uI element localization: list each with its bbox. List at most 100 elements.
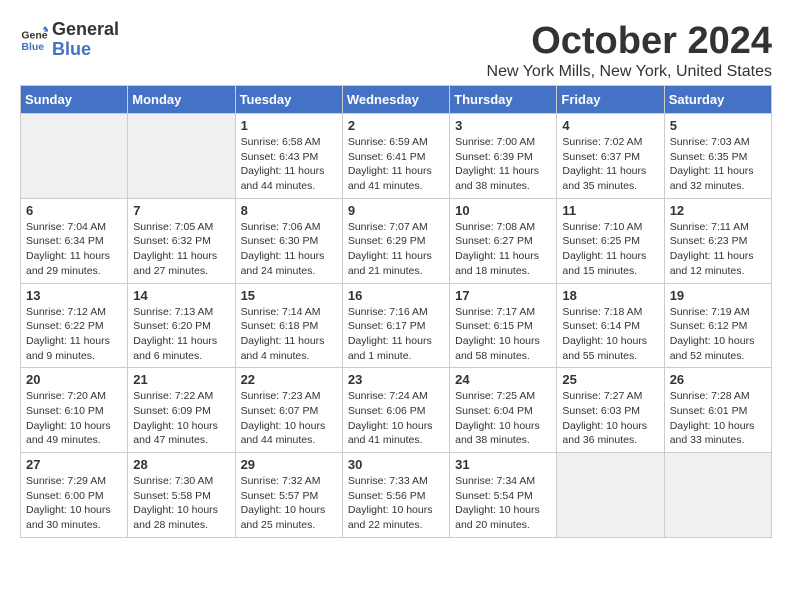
- day-number: 4: [562, 118, 658, 133]
- day-info: Sunrise: 7:12 AMSunset: 6:22 PMDaylight:…: [26, 305, 122, 364]
- day-info: Sunrise: 7:19 AMSunset: 6:12 PMDaylight:…: [670, 305, 766, 364]
- day-number: 7: [133, 203, 229, 218]
- calendar-cell: 31Sunrise: 7:34 AMSunset: 5:54 PMDayligh…: [450, 453, 557, 538]
- calendar-cell: 26Sunrise: 7:28 AMSunset: 6:01 PMDayligh…: [664, 368, 771, 453]
- calendar-cell: [557, 453, 664, 538]
- day-info: Sunrise: 7:27 AMSunset: 6:03 PMDaylight:…: [562, 389, 658, 448]
- day-info: Sunrise: 7:25 AMSunset: 6:04 PMDaylight:…: [455, 389, 551, 448]
- day-info: Sunrise: 7:11 AMSunset: 6:23 PMDaylight:…: [670, 220, 766, 279]
- calendar-cell: [128, 114, 235, 199]
- header-sunday: Sunday: [21, 86, 128, 114]
- calendar-cell: 22 Sunrise: 7:23 AMSunset: 6:07 PMDayligh…: [235, 368, 342, 453]
- calendar-cell: 6Sunrise: 7:04 AMSunset: 6:34 PMDaylight…: [21, 198, 128, 283]
- calendar-cell: [21, 114, 128, 199]
- calendar-cell: 24 Sunrise: 7:25 AMSunset: 6:04 PMDayligh…: [450, 368, 557, 453]
- month-title: October 2024: [487, 20, 772, 63]
- header-monday: Monday: [128, 86, 235, 114]
- day-info: Sunrise: 7:16 AMSunset: 6:17 PMDaylight:…: [348, 305, 444, 364]
- day-number: 29: [241, 457, 337, 472]
- day-info: Sunrise: 7:06 AMSunset: 6:30 PMDaylight:…: [241, 220, 337, 279]
- week-row-5: 27 Sunrise: 7:29 AMSunset: 6:00 PMDayligh…: [21, 453, 772, 538]
- day-info: Sunrise: 7:00 AMSunset: 6:39 PMDaylight:…: [455, 135, 551, 194]
- calendar-cell: 25 Sunrise: 7:27 AMSunset: 6:03 PMDayligh…: [557, 368, 664, 453]
- calendar-cell: 2 Sunrise: 6:59 AMSunset: 6:41 PMDaylight…: [342, 114, 449, 199]
- day-info: Sunrise: 7:05 AMSunset: 6:32 PMDaylight:…: [133, 220, 229, 279]
- day-info: Sunrise: 7:24 AMSunset: 6:06 PMDaylight:…: [348, 389, 444, 448]
- week-row-3: 13 Sunrise: 7:12 AMSunset: 6:22 PMDayligh…: [21, 283, 772, 368]
- calendar-cell: 28Sunrise: 7:30 AMSunset: 5:58 PMDayligh…: [128, 453, 235, 538]
- week-row-2: 6Sunrise: 7:04 AMSunset: 6:34 PMDaylight…: [21, 198, 772, 283]
- day-info: Sunrise: 7:30 AMSunset: 5:58 PMDaylight:…: [133, 474, 229, 533]
- day-number: 18: [562, 288, 658, 303]
- day-number: 21: [133, 372, 229, 387]
- day-number: 17: [455, 288, 551, 303]
- calendar-cell: 17 Sunrise: 7:17 AMSunset: 6:15 PMDayligh…: [450, 283, 557, 368]
- day-number: 24: [455, 372, 551, 387]
- week-row-1: 1 Sunrise: 6:58 AMSunset: 6:43 PMDaylight…: [21, 114, 772, 199]
- day-info: Sunrise: 7:23 AMSunset: 6:07 PMDaylight:…: [241, 389, 337, 448]
- calendar-cell: 1 Sunrise: 6:58 AMSunset: 6:43 PMDaylight…: [235, 114, 342, 199]
- calendar-cell: 21 Sunrise: 7:22 AMSunset: 6:09 PMDayligh…: [128, 368, 235, 453]
- day-info: Sunrise: 7:02 AMSunset: 6:37 PMDaylight:…: [562, 135, 658, 194]
- calendar-cell: 9Sunrise: 7:07 AMSunset: 6:29 PMDaylight…: [342, 198, 449, 283]
- logo: General Blue GeneralBlue: [20, 20, 119, 60]
- day-info: Sunrise: 7:04 AMSunset: 6:34 PMDaylight:…: [26, 220, 122, 279]
- calendar-cell: 3 Sunrise: 7:00 AMSunset: 6:39 PMDaylight…: [450, 114, 557, 199]
- day-info: Sunrise: 7:22 AMSunset: 6:09 PMDaylight:…: [133, 389, 229, 448]
- day-info: Sunrise: 6:58 AMSunset: 6:43 PMDaylight:…: [241, 135, 337, 194]
- calendar-cell: 11Sunrise: 7:10 AMSunset: 6:25 PMDayligh…: [557, 198, 664, 283]
- day-number: 16: [348, 288, 444, 303]
- calendar-cell: 8 Sunrise: 7:06 AMSunset: 6:30 PMDaylight…: [235, 198, 342, 283]
- calendar-table: SundayMondayTuesdayWednesdayThursdayFrid…: [20, 85, 772, 538]
- day-info: Sunrise: 7:20 AMSunset: 6:10 PMDaylight:…: [26, 389, 122, 448]
- day-info: Sunrise: 7:33 AMSunset: 5:56 PMDaylight:…: [348, 474, 444, 533]
- day-number: 10: [455, 203, 551, 218]
- calendar-cell: 18 Sunrise: 7:18 AMSunset: 6:14 PMDayligh…: [557, 283, 664, 368]
- calendar-cell: 10 Sunrise: 7:08 AMSunset: 6:27 PMDayligh…: [450, 198, 557, 283]
- day-info: Sunrise: 7:18 AMSunset: 6:14 PMDaylight:…: [562, 305, 658, 364]
- calendar-cell: 7 Sunrise: 7:05 AMSunset: 6:32 PMDaylight…: [128, 198, 235, 283]
- day-number: 3: [455, 118, 551, 133]
- day-info: Sunrise: 7:29 AMSunset: 6:00 PMDaylight:…: [26, 474, 122, 533]
- calendar-cell: 14Sunrise: 7:13 AMSunset: 6:20 PMDayligh…: [128, 283, 235, 368]
- day-info: Sunrise: 6:59 AMSunset: 6:41 PMDaylight:…: [348, 135, 444, 194]
- header-friday: Friday: [557, 86, 664, 114]
- calendar-cell: 15Sunrise: 7:14 AMSunset: 6:18 PMDayligh…: [235, 283, 342, 368]
- page-header: General Blue GeneralBlue October 2024 Ne…: [20, 20, 772, 81]
- calendar-cell: 29Sunrise: 7:32 AMSunset: 5:57 PMDayligh…: [235, 453, 342, 538]
- day-number: 2: [348, 118, 444, 133]
- calendar-cell: [664, 453, 771, 538]
- title-block: October 2024 New York Mills, New York, U…: [487, 20, 772, 81]
- calendar-cell: 13 Sunrise: 7:12 AMSunset: 6:22 PMDayligh…: [21, 283, 128, 368]
- header-wednesday: Wednesday: [342, 86, 449, 114]
- calendar-cell: 19 Sunrise: 7:19 AMSunset: 6:12 PMDayligh…: [664, 283, 771, 368]
- header-thursday: Thursday: [450, 86, 557, 114]
- header-tuesday: Tuesday: [235, 86, 342, 114]
- calendar-cell: 16 Sunrise: 7:16 AMSunset: 6:17 PMDayligh…: [342, 283, 449, 368]
- day-number: 30: [348, 457, 444, 472]
- header-row: SundayMondayTuesdayWednesdayThursdayFrid…: [21, 86, 772, 114]
- day-number: 26: [670, 372, 766, 387]
- day-number: 5: [670, 118, 766, 133]
- day-number: 1: [241, 118, 337, 133]
- calendar-cell: 27 Sunrise: 7:29 AMSunset: 6:00 PMDayligh…: [21, 453, 128, 538]
- day-number: 19: [670, 288, 766, 303]
- day-number: 14: [133, 288, 229, 303]
- header-saturday: Saturday: [664, 86, 771, 114]
- day-number: 13: [26, 288, 122, 303]
- location: New York Mills, New York, United States: [487, 63, 772, 81]
- day-number: 31: [455, 457, 551, 472]
- day-info: Sunrise: 7:03 AMSunset: 6:35 PMDaylight:…: [670, 135, 766, 194]
- day-info: Sunrise: 7:10 AMSunset: 6:25 PMDaylight:…: [562, 220, 658, 279]
- day-info: Sunrise: 7:08 AMSunset: 6:27 PMDaylight:…: [455, 220, 551, 279]
- day-number: 25: [562, 372, 658, 387]
- calendar-cell: 23Sunrise: 7:24 AMSunset: 6:06 PMDayligh…: [342, 368, 449, 453]
- day-info: Sunrise: 7:17 AMSunset: 6:15 PMDaylight:…: [455, 305, 551, 364]
- svg-text:Blue: Blue: [21, 41, 44, 53]
- day-number: 22: [241, 372, 337, 387]
- day-number: 15: [241, 288, 337, 303]
- logo-text: GeneralBlue: [52, 20, 119, 60]
- day-number: 12: [670, 203, 766, 218]
- day-number: 8: [241, 203, 337, 218]
- day-number: 27: [26, 457, 122, 472]
